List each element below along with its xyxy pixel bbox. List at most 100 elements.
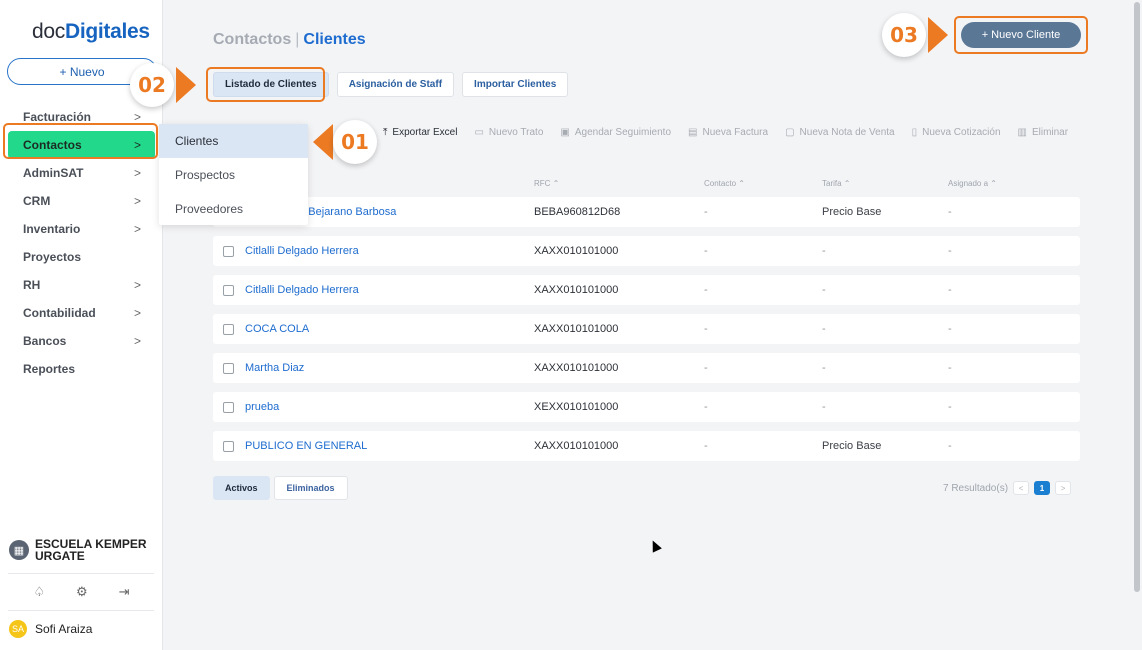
column-header-rfc[interactable]: RFC ⌃	[534, 179, 559, 188]
user-profile[interactable]: SA Sofi Araiza	[9, 620, 92, 638]
chevron-right-icon: >	[133, 110, 141, 124]
row-checkbox[interactable]	[223, 246, 234, 257]
mouse-cursor-icon	[648, 538, 662, 553]
contact-cell: -	[704, 401, 708, 413]
chevron-right-icon: >	[133, 306, 141, 320]
avatar: SA	[9, 620, 27, 638]
table-row: PUBLICO EN GENERAL XAXX010101000 - Preci…	[213, 431, 1080, 461]
column-header-contacto[interactable]: Contacto ⌃	[704, 179, 745, 188]
tab-activos[interactable]: Activos	[213, 476, 270, 500]
assigned-cell: -	[948, 362, 952, 374]
table-row: Citlalli Delgado Herrera XAXX010101000 -…	[213, 236, 1080, 266]
row-checkbox[interactable]	[223, 441, 234, 452]
new-quote-button[interactable]: ▯ Nueva Cotización	[912, 127, 1001, 138]
building-icon: ▦	[9, 540, 29, 560]
assigned-cell: -	[948, 401, 952, 413]
client-name-link[interactable]: PUBLICO EN GENERAL	[245, 440, 367, 452]
sidebar-item-inventario[interactable]: Inventario >	[0, 215, 163, 243]
divider	[8, 573, 154, 574]
highlight-listado-clientes	[206, 67, 325, 102]
sidebar-item-adminsat[interactable]: AdminSAT >	[0, 159, 163, 187]
status-tabs: Activos Eliminados	[213, 476, 348, 500]
rfc-cell: XAXX010101000	[534, 245, 619, 257]
tariff-cell: -	[822, 323, 826, 335]
chevron-right-icon: >	[133, 222, 141, 236]
sidebar-item-proyectos[interactable]: Proyectos	[0, 243, 163, 271]
column-header-asignado[interactable]: Asignado a ⌃	[948, 179, 997, 188]
bell-icon[interactable]: ♤	[33, 584, 45, 600]
row-checkbox[interactable]	[223, 324, 234, 335]
user-name: Sofi Araiza	[35, 622, 93, 636]
page-1-button[interactable]: 1	[1034, 481, 1051, 495]
prev-page-button[interactable]: <	[1013, 481, 1030, 495]
step-03-badge: 03	[882, 13, 926, 57]
tariff-cell: -	[822, 401, 826, 413]
tariff-cell: Precio Base	[822, 206, 882, 218]
sidebar-item-reportes[interactable]: Reportes	[0, 355, 163, 383]
client-name-link[interactable]: prueba	[245, 401, 279, 413]
sidebar-item-contabilidad[interactable]: Contabilidad >	[0, 299, 163, 327]
action-toolbar: ⤒ Exportar Excel ▭ Nuevo Trato ▣ Agendar Se…	[383, 127, 1068, 138]
divider	[8, 610, 154, 611]
scrollbar[interactable]	[1132, 0, 1142, 650]
next-page-button[interactable]: >	[1055, 481, 1072, 495]
chevron-right-icon: >	[133, 278, 141, 292]
client-name-link[interactable]: Citlalli Delgado Herrera	[245, 245, 359, 257]
gear-icon[interactable]: ⚙	[76, 584, 88, 600]
sidebar-item-bancos[interactable]: Bancos >	[0, 327, 163, 355]
submenu-item-prospectos[interactable]: Prospectos	[159, 158, 308, 192]
client-name-link[interactable]: do Bejarano Barbosa	[293, 206, 396, 218]
assigned-cell: -	[948, 284, 952, 296]
submenu-item-proveedores[interactable]: Proveedores	[159, 192, 308, 226]
export-excel-button[interactable]: ⤒ Exportar Excel	[383, 127, 457, 138]
document-icon: ▢	[785, 127, 795, 138]
invoice-icon: ▤	[688, 127, 698, 138]
contactos-submenu: Clientes Prospectos Proveedores	[159, 124, 308, 225]
logout-icon[interactable]: ⇥	[119, 584, 130, 600]
clients-table: do Bejarano Barbosa BEBA960812D68 - Prec…	[213, 197, 1080, 470]
highlight-contactos	[3, 123, 158, 159]
sidebar-item-crm[interactable]: CRM >	[0, 187, 163, 215]
row-checkbox[interactable]	[223, 285, 234, 296]
table-row: prueba XEXX010101000 - - -	[213, 392, 1080, 422]
page-title: Contactos | Clientes	[213, 31, 366, 48]
upload-icon: ⤒	[383, 127, 388, 138]
contact-cell: -	[704, 440, 708, 452]
tariff-cell: -	[822, 245, 826, 257]
scrollbar-thumb[interactable]	[1134, 2, 1140, 592]
delete-button[interactable]: ▥ Eliminar	[1018, 127, 1069, 138]
client-name-link[interactable]: COCA COLA	[245, 323, 309, 335]
new-invoice-button[interactable]: ▤ Nueva Factura	[688, 127, 768, 138]
client-name-link[interactable]: Citlalli Delgado Herrera	[245, 284, 359, 296]
sidebar-item-rh[interactable]: RH >	[0, 271, 163, 299]
client-name-link[interactable]: Martha Diaz	[245, 362, 304, 374]
trash-icon: ▥	[1017, 127, 1027, 138]
arrow-right-icon	[928, 17, 948, 53]
new-sales-note-button[interactable]: ▢ Nueva Nota de Venta	[785, 127, 895, 138]
sidebar-icon-bar: ♤ ⚙ ⇥	[0, 584, 163, 600]
assigned-cell: -	[948, 245, 952, 257]
tab-eliminados[interactable]: Eliminados	[273, 476, 348, 500]
row-checkbox[interactable]	[223, 363, 234, 374]
tariff-cell: -	[822, 284, 826, 296]
row-checkbox[interactable]	[223, 402, 234, 413]
submenu-item-clientes[interactable]: Clientes	[159, 124, 308, 158]
logo[interactable]: docDigitales	[32, 20, 150, 44]
rfc-cell: XAXX010101000	[534, 284, 619, 296]
assigned-cell: -	[948, 440, 952, 452]
organization-selector[interactable]: ▦ ESCUELA KEMPER URGATE	[9, 538, 155, 562]
contact-cell: -	[704, 362, 708, 374]
rfc-cell: XEXX010101000	[534, 401, 619, 413]
breadcrumb-section: Contactos	[213, 31, 292, 48]
tab-asignacion-staff[interactable]: Asignación de Staff	[336, 72, 455, 97]
tariff-cell: Precio Base	[822, 440, 882, 452]
briefcase-icon: ▭	[474, 127, 484, 138]
schedule-followup-button[interactable]: ▣ Agendar Seguimiento	[560, 127, 671, 138]
highlight-new-client	[954, 16, 1088, 54]
tab-importar-clientes[interactable]: Importar Clientes	[462, 72, 569, 97]
chevron-right-icon: >	[133, 166, 141, 180]
pagination: 7 Resultado(s) < 1 >	[943, 481, 1072, 495]
rfc-cell: BEBA960812D68	[534, 206, 621, 218]
new-deal-button[interactable]: ▭ Nuevo Trato	[474, 127, 543, 138]
column-header-tarifa[interactable]: Tarifa ⌃	[822, 179, 851, 188]
